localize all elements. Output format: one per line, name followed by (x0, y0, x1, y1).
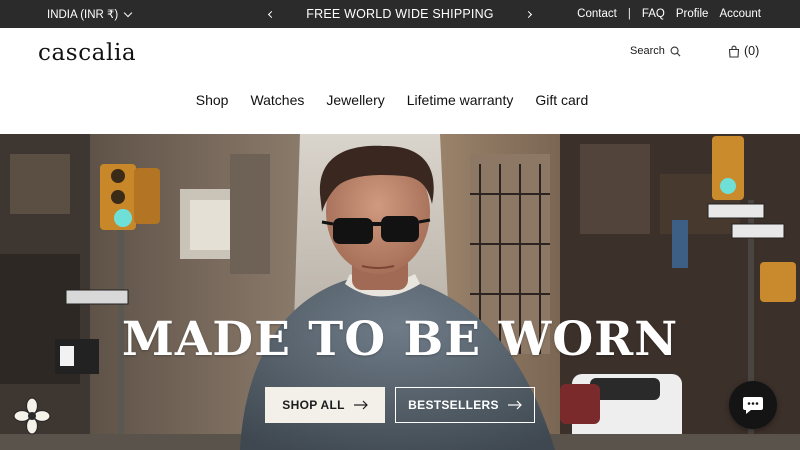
region-selector[interactable]: INDIA (INR ₹) (47, 0, 133, 28)
cart-count: (0) (744, 44, 760, 58)
hero-banner: MADE TO BE WORN SHOP ALL BESTSELLERS (0, 134, 800, 450)
announcement-bar: INDIA (INR ₹) FREE WORLD WIDE SHIPPING C… (0, 0, 800, 28)
shop-all-label: SHOP ALL (282, 398, 345, 412)
main-nav: Shop Watches Jewellery Lifetime warranty… (0, 92, 800, 108)
utility-links: Contact | FAQ Profile Account (577, 0, 761, 28)
site-header: cascalia Search (0) Shop Watches Jewelle… (0, 28, 800, 134)
faq-link[interactable]: FAQ (642, 8, 665, 20)
chevron-right-icon (524, 10, 533, 18)
flower-badge-icon[interactable] (12, 396, 52, 436)
profile-link[interactable]: Profile (676, 8, 709, 20)
promo-text: FREE WORLD WIDE SHIPPING (306, 7, 494, 21)
bestsellers-label: BESTSELLERS (408, 398, 499, 412)
bestsellers-button[interactable]: BESTSELLERS (395, 387, 535, 423)
nav-item-watches[interactable]: Watches (250, 92, 304, 108)
search-label: Search (630, 45, 665, 57)
bag-icon (728, 45, 740, 58)
hero-headline: MADE TO BE WORN (121, 312, 679, 367)
search-icon (670, 46, 681, 56)
shop-all-button[interactable]: SHOP ALL (265, 387, 385, 423)
nav-item-gift-card[interactable]: Gift card (535, 92, 588, 108)
nav-item-shop[interactable]: Shop (196, 92, 229, 108)
region-label: INDIA (INR ₹) (47, 9, 119, 21)
nav-item-lifetime-warranty[interactable]: Lifetime warranty (407, 92, 514, 108)
chat-button[interactable] (729, 381, 777, 429)
chevron-down-icon (123, 8, 133, 17)
arrow-right-icon (353, 400, 368, 410)
nav-item-jewellery[interactable]: Jewellery (326, 92, 384, 108)
link-separator: | (627, 8, 631, 20)
chevron-left-icon (267, 10, 276, 18)
contact-link[interactable]: Contact (577, 8, 617, 20)
search-button[interactable]: Search (630, 45, 681, 57)
cart-button[interactable]: (0) (728, 44, 759, 58)
account-link[interactable]: Account (719, 8, 761, 20)
brand-logo[interactable]: cascalia (38, 40, 136, 66)
promo-prev-button[interactable] (262, 0, 278, 28)
promo-next-button[interactable] (522, 0, 538, 28)
chat-icon (743, 397, 763, 414)
arrow-right-icon (507, 400, 522, 410)
